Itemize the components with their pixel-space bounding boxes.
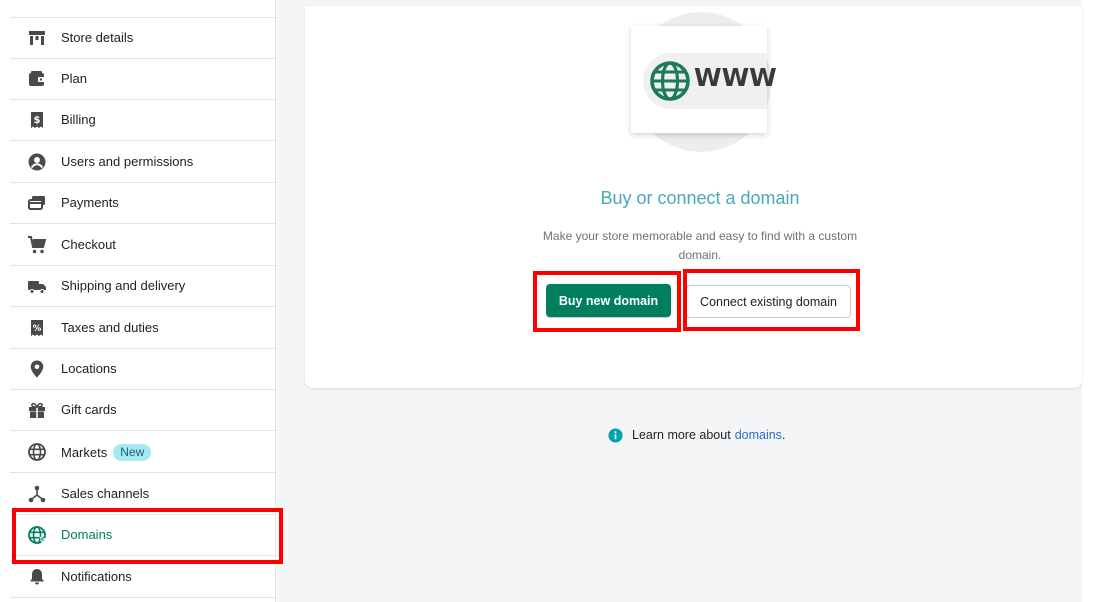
info-icon bbox=[608, 427, 623, 443]
store-icon bbox=[27, 28, 47, 48]
taxes-icon: % bbox=[27, 318, 47, 338]
sidebar-item-label: Payments bbox=[61, 195, 119, 210]
user-icon bbox=[27, 152, 47, 172]
sidebar-item-label: Checkout bbox=[61, 237, 116, 252]
sidebar-item-billing[interactable]: $ Billing bbox=[10, 100, 275, 141]
highlight-box-connect bbox=[683, 269, 860, 331]
sidebar-item-label: Sales channels bbox=[61, 486, 150, 501]
plan-icon bbox=[27, 69, 47, 89]
sidebar-item-label: Locations bbox=[61, 361, 117, 376]
truck-icon bbox=[27, 276, 47, 296]
learn-more-suffix: . bbox=[781, 428, 786, 442]
sidebar-item-label: Store details bbox=[61, 30, 134, 45]
sidebar-item-label: Taxes and duties bbox=[61, 320, 159, 335]
sidebar-item-label: Plan bbox=[61, 71, 88, 86]
www-text: WWW bbox=[694, 63, 777, 92]
sidebar-item-label: Notifications bbox=[61, 569, 132, 584]
svg-text:%: % bbox=[33, 324, 42, 334]
settings-page: Store details Plan $ Billing Users and p… bbox=[0, 0, 1093, 602]
billing-icon: $ bbox=[27, 110, 47, 130]
sidebar-item-label: Billing bbox=[61, 112, 96, 127]
globe-icon bbox=[650, 61, 690, 101]
sidebar-item-taxes-and-duties[interactable]: % Taxes and duties bbox=[10, 308, 275, 349]
highlight-box-domains bbox=[12, 508, 283, 564]
sidebar-item-users-and-permissions[interactable]: Users and permissions bbox=[10, 142, 275, 183]
sidebar-item-checkout[interactable]: Checkout bbox=[10, 225, 275, 266]
bell-icon bbox=[27, 567, 47, 587]
highlight-box-buy bbox=[533, 271, 681, 332]
sidebar-item-label: Markets bbox=[61, 445, 108, 460]
payments-icon bbox=[27, 193, 47, 213]
sales-channels-icon bbox=[27, 484, 47, 504]
learn-more-row: Learn more about domains . bbox=[608, 426, 785, 444]
sidebar-item-label: Gift cards bbox=[61, 402, 117, 417]
gift-icon bbox=[27, 400, 47, 420]
sidebar-item-shipping-and-delivery[interactable]: Shipping and delivery bbox=[10, 266, 275, 307]
location-pin-icon bbox=[27, 359, 47, 379]
sidebar-item-gift-cards[interactable]: Gift cards bbox=[10, 390, 275, 431]
sidebar-item-plan[interactable]: Plan bbox=[10, 59, 275, 100]
cart-icon bbox=[27, 235, 47, 255]
sidebar-item-markets-text: Markets New bbox=[61, 444, 152, 461]
card-title: Buy or connect a domain bbox=[600, 188, 800, 208]
domains-link[interactable]: domains bbox=[735, 428, 782, 442]
new-badge: New bbox=[113, 444, 152, 461]
globe-icon bbox=[27, 442, 47, 462]
sidebar-item-label: Users and permissions bbox=[61, 154, 194, 169]
learn-more-text: Learn more about bbox=[632, 428, 731, 442]
sidebar-item-label: Shipping and delivery bbox=[61, 278, 186, 293]
sidebar-divider bbox=[10, 17, 276, 18]
sidebar-item-markets[interactable]: Markets New bbox=[10, 432, 275, 473]
sidebar-item-store-details[interactable]: Store details bbox=[10, 18, 275, 59]
card-description: Make your store memorable and easy to fi… bbox=[542, 229, 858, 262]
sidebar-item-payments[interactable]: Payments bbox=[10, 183, 275, 224]
sidebar-item-locations[interactable]: Locations bbox=[10, 349, 275, 390]
svg-text:$: $ bbox=[34, 115, 41, 126]
